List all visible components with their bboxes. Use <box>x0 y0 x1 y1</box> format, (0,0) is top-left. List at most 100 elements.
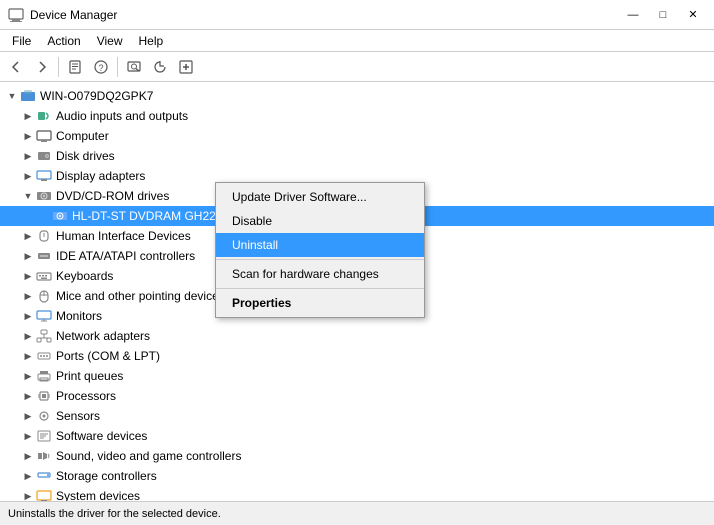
tree-item-ports[interactable]: ▶ Ports (COM & LPT) <box>0 346 714 366</box>
title-bar-label: Device Manager <box>30 8 620 22</box>
expander-dvddev[interactable] <box>36 208 52 224</box>
icon-ports <box>36 348 52 364</box>
toolbar-separator-2 <box>117 57 118 77</box>
minimize-button[interactable]: — <box>620 5 646 25</box>
toolbar-separator-1 <box>58 57 59 77</box>
icon-display <box>36 168 52 184</box>
icon-mice <box>36 288 52 304</box>
toolbar-help-button[interactable]: ? <box>89 55 113 79</box>
toolbar-forward-button[interactable] <box>30 55 54 79</box>
expander-audio[interactable]: ▶ <box>20 108 36 124</box>
tree-item-sensors[interactable]: ▶ Sensors <box>0 406 714 426</box>
tree-label-root: WIN-O079DQ2GPK7 <box>40 89 153 103</box>
app-icon <box>8 7 24 23</box>
icon-hid <box>36 228 52 244</box>
tree-item-sound[interactable]: ▶ Sound, video and game controllers <box>0 446 714 466</box>
tree-item-audio[interactable]: ▶ Audio inputs and outputs <box>0 106 714 126</box>
menu-help[interactable]: Help <box>131 32 172 50</box>
tree-item-computer[interactable]: ▶ Computer <box>0 126 714 146</box>
status-text: Uninstalls the driver for the selected d… <box>8 508 221 520</box>
expander-mice[interactable]: ▶ <box>20 288 36 304</box>
tree-item-print[interactable]: ▶ Print queues <box>0 366 714 386</box>
tree-item-software[interactable]: ▶ Software devices <box>0 426 714 446</box>
tree-item-processors[interactable]: ▶ Processors <box>0 386 714 406</box>
icon-software <box>36 428 52 444</box>
expander-software[interactable]: ▶ <box>20 428 36 444</box>
tree-item-root[interactable]: ▼ WIN-O079DQ2GPK7 <box>0 86 714 106</box>
menu-view[interactable]: View <box>89 32 131 50</box>
expander-storage[interactable]: ▶ <box>20 468 36 484</box>
icon-audio <box>36 108 52 124</box>
maximize-button[interactable]: □ <box>650 5 676 25</box>
tree-label-system: System devices <box>56 489 140 501</box>
icon-disk <box>36 148 52 164</box>
icon-sensors <box>36 408 52 424</box>
tree-label-processors: Processors <box>56 389 116 403</box>
ctx-update-driver[interactable]: Update Driver Software... <box>216 185 424 209</box>
ctx-sep-2 <box>216 288 424 289</box>
tree-label-software: Software devices <box>56 429 147 443</box>
svg-text:?: ? <box>99 63 104 73</box>
icon-processors <box>36 388 52 404</box>
ctx-uninstall[interactable]: Uninstall <box>216 233 424 257</box>
expander-monitors[interactable]: ▶ <box>20 308 36 324</box>
tree-label-print: Print queues <box>56 369 123 383</box>
icon-system <box>36 488 52 501</box>
toolbar-scan-button[interactable] <box>122 55 146 79</box>
expander-hid[interactable]: ▶ <box>20 228 36 244</box>
tree-label-sensors: Sensors <box>56 409 100 423</box>
expander-print[interactable]: ▶ <box>20 368 36 384</box>
expander-disk[interactable]: ▶ <box>20 148 36 164</box>
tree-label-dvddev: HL-DT-ST DVDRAM GH22NS <box>72 209 232 223</box>
tree-item-network[interactable]: ▶ Network adapters <box>0 326 714 346</box>
main-area: ▼ WIN-O079DQ2GPK7 ▶ Audio inputs and out… <box>0 82 714 501</box>
title-bar: Device Manager — □ ✕ <box>0 0 714 30</box>
toolbar-add-button[interactable] <box>174 55 198 79</box>
menu-file[interactable]: File <box>4 32 39 50</box>
tree-label-ports: Ports (COM & LPT) <box>56 349 160 363</box>
ctx-scan[interactable]: Scan for hardware changes <box>216 262 424 286</box>
expander-dvd[interactable]: ▼ <box>20 188 36 204</box>
tree-item-system[interactable]: ▶ System devices <box>0 486 714 501</box>
expander-keyboard[interactable]: ▶ <box>20 268 36 284</box>
icon-computer <box>36 128 52 144</box>
icon-dvd <box>36 188 52 204</box>
toolbar-back-button[interactable] <box>4 55 28 79</box>
ctx-disable[interactable]: Disable <box>216 209 424 233</box>
context-menu: Update Driver Software... Disable Uninst… <box>215 182 425 318</box>
tree-label-sound: Sound, video and game controllers <box>56 449 241 463</box>
tree-item-disk[interactable]: ▶ Disk drives <box>0 146 714 166</box>
expander-ports[interactable]: ▶ <box>20 348 36 364</box>
close-button[interactable]: ✕ <box>680 5 706 25</box>
tree-label-network: Network adapters <box>56 329 150 343</box>
toolbar: ? <box>0 52 714 82</box>
ctx-properties[interactable]: Properties <box>216 291 424 315</box>
tree-label-disk: Disk drives <box>56 149 115 163</box>
icon-ide <box>36 248 52 264</box>
tree-item-storage[interactable]: ▶ Storage controllers <box>0 466 714 486</box>
status-bar: Uninstalls the driver for the selected d… <box>0 501 714 525</box>
icon-network <box>36 328 52 344</box>
expander-display[interactable]: ▶ <box>20 168 36 184</box>
expander-network[interactable]: ▶ <box>20 328 36 344</box>
icon-dvddev <box>52 208 68 224</box>
menu-bar: File Action View Help <box>0 30 714 52</box>
expander-system[interactable]: ▶ <box>20 488 36 501</box>
tree-label-dvd: DVD/CD-ROM drives <box>56 189 169 203</box>
expander-sensors[interactable]: ▶ <box>20 408 36 424</box>
expander-root[interactable]: ▼ <box>4 88 20 104</box>
expander-ide[interactable]: ▶ <box>20 248 36 264</box>
tree-label-display: Display adapters <box>56 169 145 183</box>
expander-processors[interactable]: ▶ <box>20 388 36 404</box>
menu-action[interactable]: Action <box>39 32 88 50</box>
expander-computer[interactable]: ▶ <box>20 128 36 144</box>
toolbar-update-button[interactable] <box>148 55 172 79</box>
icon-storage <box>36 468 52 484</box>
expander-sound[interactable]: ▶ <box>20 448 36 464</box>
tree-label-audio: Audio inputs and outputs <box>56 109 188 123</box>
tree-label-storage: Storage controllers <box>56 469 157 483</box>
tree-label-computer: Computer <box>56 129 109 143</box>
icon-keyboard <box>36 268 52 284</box>
tree-label-monitors: Monitors <box>56 309 102 323</box>
toolbar-properties-button[interactable] <box>63 55 87 79</box>
